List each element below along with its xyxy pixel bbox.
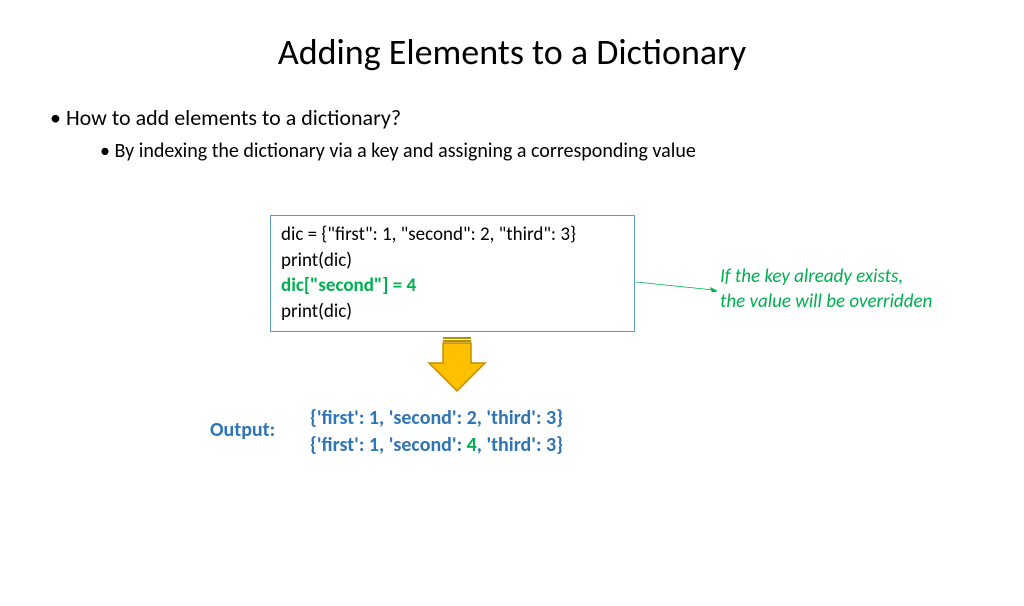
down-arrow-icon [427,333,487,393]
bullet-level-2: By indexing the dictionary via a key and… [100,139,1024,163]
output-label: Output: [210,418,275,442]
code-line-highlight: dic["second"] = 4 [281,273,624,299]
connector-arrow-icon [636,280,718,292]
code-line: dic = {"first": 1, "second": 2, "third":… [281,222,624,248]
code-box: dic = {"first": 1, "second": 2, "third":… [270,215,635,332]
code-line: print(dic) [281,248,624,274]
annotation-line: If the key already exists, [720,265,932,290]
output-line: {'first': 1, 'second': 2, 'third': 3} [310,405,563,432]
slide-title: Adding Elements to a Dictionary [0,30,1024,74]
bullet-level-1: How to add elements to a dictionary? [50,104,1024,131]
annotation-text: If the key already exists, the value wil… [720,265,932,314]
annotation-line: the value will be overridden [720,290,932,315]
output-block: {'first': 1, 'second': 2, 'third': 3} {'… [310,405,563,459]
output-line: {'first': 1, 'second': 4, 'third': 3} [310,432,563,459]
code-line: print(dic) [281,299,624,325]
